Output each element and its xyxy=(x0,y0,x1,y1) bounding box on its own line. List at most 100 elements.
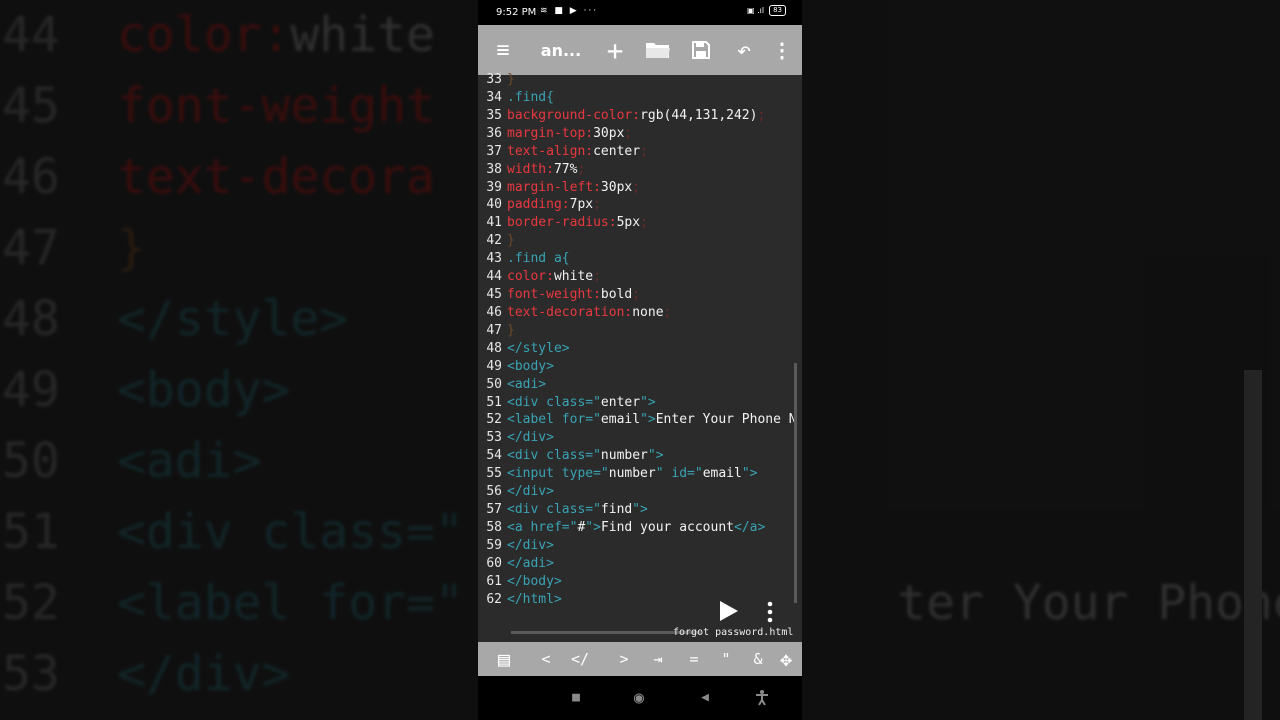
system-nav-bar: ■ ◉ ◀ xyxy=(478,676,802,720)
code-token: "> xyxy=(632,502,648,518)
code-line[interactable]: 56 </div> xyxy=(478,483,802,501)
code-line[interactable]: 36 margin-top:30px; xyxy=(478,125,802,143)
folder-icon-svg xyxy=(646,43,670,58)
line-number: 60 xyxy=(486,555,502,571)
home-icon[interactable]: ◉ xyxy=(629,688,649,708)
line-number: 57 xyxy=(486,502,502,518)
accessibility-icon-svg xyxy=(756,690,768,706)
cursor-move-icon[interactable]: ✥ xyxy=(774,642,798,676)
code-token: 30px xyxy=(600,179,633,195)
line-content: <div class="enter"> xyxy=(507,394,656,412)
symbol-lt[interactable]: < xyxy=(534,642,558,676)
code-token: 77% xyxy=(553,161,578,177)
status-time: 9:52 PM xyxy=(496,7,537,18)
battery-icon: 83 xyxy=(769,5,786,16)
code-token: Find your account xyxy=(600,520,734,535)
code-line[interactable]: 42} xyxy=(478,232,802,250)
undo-icon[interactable]: ↶ xyxy=(730,25,758,75)
code-token: .find{ xyxy=(507,89,554,105)
code-token: .find a{ xyxy=(507,251,570,267)
back-icon[interactable]: ◀ xyxy=(695,688,715,708)
code-line[interactable]: 37 text-align:center; xyxy=(478,143,802,161)
line-number: 52 xyxy=(486,412,502,428)
code-token: ; xyxy=(640,215,648,231)
code-line[interactable]: 51 <div class="enter"> xyxy=(478,394,802,412)
vertical-scrollbar[interactable] xyxy=(794,363,797,603)
code-line[interactable]: 57 <div class="find"> xyxy=(478,501,802,519)
editor-more-icon[interactable] xyxy=(766,601,774,623)
code-line[interactable]: 55 <input type="number" id="email"> xyxy=(478,465,802,483)
code-line[interactable]: 45 font-weight:bold; xyxy=(478,286,802,304)
code-line[interactable]: 58 <a href="#">Find your account</a> xyxy=(478,519,802,537)
file-name-label: forgot password.html xyxy=(673,627,794,638)
code-token: </style> xyxy=(507,340,570,356)
code-token: 7px xyxy=(569,197,594,213)
code-line[interactable]: 43 .find a{ xyxy=(478,250,802,268)
recent-apps-icon[interactable]: ■ xyxy=(566,688,586,708)
code-line[interactable]: 46 text-decoration:none; xyxy=(478,304,802,322)
line-content: <adi> xyxy=(507,376,546,394)
symbol-quote[interactable]: " xyxy=(714,642,738,676)
line-content: margin-top:30px; xyxy=(507,125,632,143)
line-number: 42 xyxy=(486,233,502,249)
code-token: ; xyxy=(663,304,672,320)
add-icon[interactable]: + xyxy=(600,25,630,75)
code-line[interactable]: 48 </style> xyxy=(478,340,802,358)
code-token: width: xyxy=(507,161,554,177)
save-icon[interactable] xyxy=(688,25,714,75)
more-options-icon[interactable]: ⋮ xyxy=(772,25,792,75)
code-line[interactable]: 47} xyxy=(478,322,802,340)
line-content: width:77%; xyxy=(507,161,585,179)
code-line[interactable]: 61 </body> xyxy=(478,573,802,591)
code-line[interactable]: 38 width:77%; xyxy=(478,161,802,179)
code-line[interactable]: 40 padding:7px; xyxy=(478,196,802,214)
code-line[interactable]: 34 .find{ xyxy=(478,89,802,107)
symbol-close-tag[interactable]: </ xyxy=(568,642,592,676)
code-editor[interactable]: 33} 34 .find{35 background-color:rgb(44,131… xyxy=(478,72,802,642)
status-bar: 9:52 PM ≋ ■ ▶ ··· ▣ .ıl 83 xyxy=(478,0,802,25)
code-line[interactable]: 50 <adi> xyxy=(478,376,802,394)
symbol-tab[interactable]: ⇥ xyxy=(646,642,670,676)
menu-icon[interactable]: ≡ xyxy=(490,25,516,75)
line-content: padding:7px; xyxy=(507,196,601,214)
code-line[interactable]: 39 margin-left:30px; xyxy=(478,179,802,197)
code-token: find xyxy=(600,502,633,518)
line-number: 46 xyxy=(486,304,502,320)
line-number: 61 xyxy=(486,573,502,589)
folder-icon[interactable] xyxy=(643,25,673,75)
line-content: <input type="number" id="email"> xyxy=(507,465,757,483)
line-number: 43 xyxy=(486,251,502,267)
code-line[interactable]: 59 </div> xyxy=(478,537,802,555)
editor-toolbar: ≡ an... + ↶ ⋮ xyxy=(478,25,802,75)
code-token: "> xyxy=(741,466,758,482)
code-line[interactable]: 33} xyxy=(478,71,802,89)
line-content: </body> xyxy=(507,573,562,591)
code-line[interactable]: 49 <body> xyxy=(478,358,802,376)
code-line[interactable]: 62 </html> xyxy=(478,591,802,609)
code-token: enter xyxy=(600,394,641,410)
line-number: 45 xyxy=(486,287,502,303)
code-line[interactable]: 54 <div class="number"> xyxy=(478,447,802,465)
code-token: </div> xyxy=(507,484,554,500)
line-number: 38 xyxy=(486,161,502,177)
accessibility-icon[interactable] xyxy=(752,688,772,708)
code-line[interactable]: 41 border-radius:5px; xyxy=(478,214,802,232)
symbol-equals[interactable]: = xyxy=(682,642,706,676)
code-token: ; xyxy=(632,179,641,195)
code-token: center xyxy=(593,143,641,159)
symbol-gt[interactable]: > xyxy=(612,642,636,676)
code-line[interactable]: 60 </adi> xyxy=(478,555,802,573)
line-number: 48 xyxy=(486,340,502,356)
snippets-icon[interactable]: ▤ xyxy=(492,642,516,676)
code-token: email xyxy=(600,412,641,428)
code-line[interactable]: 44 color:white; xyxy=(478,268,802,286)
run-button[interactable] xyxy=(718,599,740,623)
code-line[interactable]: 52 <label for="email">Enter Your Phone N xyxy=(478,411,802,429)
code-line[interactable]: 35 background-color:rgb(44,131,242); xyxy=(478,107,802,125)
code-token: <adi> xyxy=(507,376,547,392)
code-line[interactable]: 53 </div> xyxy=(478,429,802,447)
code-token: 30px xyxy=(593,125,625,141)
symbol-ampersand[interactable]: & xyxy=(746,642,770,676)
file-title[interactable]: an... xyxy=(536,25,586,75)
code-token: <div class=" xyxy=(507,448,601,464)
